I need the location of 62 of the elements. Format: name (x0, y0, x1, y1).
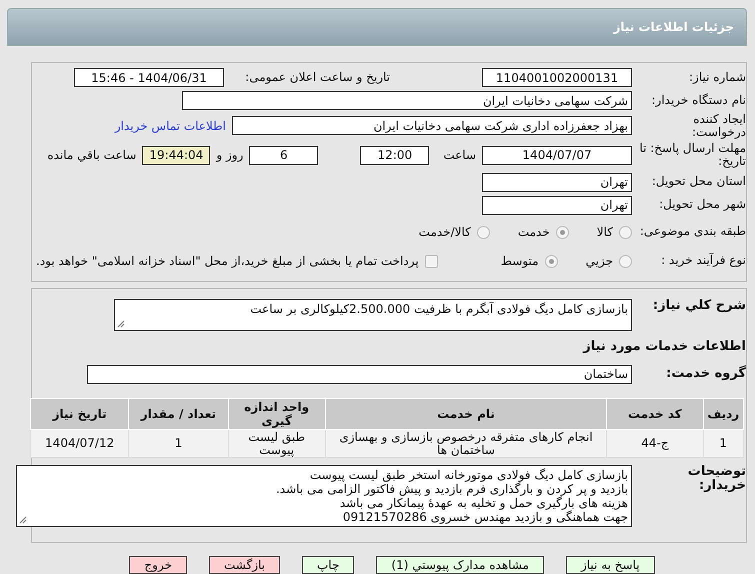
notes-field[interactable]: بازسازی کامل دیگ فولادی موتورخانه استخر طبق لیست پیوست بازدید و پر کردن و بارگذاری فرم بازدید و پیش فاکتور الزامی می باشد. هزینه های بارگیری حمل و تخلیه به عهدۀ پیمانکار می باشد جهت هماهنگی و بازدید مهندس خسروی 09121570286 (16, 465, 632, 527)
action-button[interactable]: خروج (129, 556, 187, 574)
radio-button[interactable] (619, 254, 632, 268)
deadline-date-field[interactable]: 1404/07/07 (482, 146, 632, 164)
province-field[interactable]: تهران (482, 172, 632, 192)
table-cell: ج-44 (606, 430, 703, 458)
need-number-field[interactable]: 1104001002000131 (482, 68, 632, 88)
time-label: ساعت (443, 148, 476, 162)
days-label: روز و (216, 148, 244, 162)
field-label: شماره نیاز: (688, 71, 746, 84)
page-header: جزئیات اطلاعات نیاز (7, 8, 747, 46)
column-header: تاریخ نیاز (30, 398, 129, 430)
table-cell: 1 (703, 430, 744, 458)
field-label: توضیحات خریدار: (686, 465, 746, 494)
action-button[interactable]: پاسخ به نیاز (566, 556, 655, 574)
payment-note: پرداخت تمام یا بخشی از مبلغ خرید،از محل "اسناد خزانه اسلامی" خواهد بود. (36, 254, 419, 268)
time-field[interactable]: 12:00 (360, 146, 430, 164)
table-cell: انجام کارهای متفرقه درخصوص بازسازی و بهسازی ساختمان ها (325, 430, 607, 458)
radio-button[interactable] (544, 254, 558, 268)
radio-label: کالا/خدمت (418, 225, 471, 239)
action-button[interactable]: چاپ (302, 556, 354, 574)
contact-link[interactable]: اطلاعات تماس خریدار (114, 118, 226, 133)
field-label: استان محل تحویل: (650, 175, 746, 189)
remaining-time-field[interactable]: 19:44:04 (142, 146, 210, 164)
remaining-label: ساعت باقي مانده (47, 148, 136, 162)
summary-field[interactable]: بازسازی کامل دیگ فولادی آبگرم با ظرفیت 2.500.000کیلوکالری بر ساعت (114, 299, 632, 331)
resize-grip-icon[interactable] (19, 516, 27, 524)
creator-field[interactable]: بهزاد جعفرزاده اداری شرکت سهامی دخانیات ایران (232, 116, 632, 136)
field-label: نام دستگاه خریدار: (650, 94, 746, 108)
radio-button[interactable] (476, 226, 490, 238)
table-cell: طبق لیست پیوست (228, 430, 326, 458)
radio-label: متوسط (500, 254, 539, 268)
column-header: واحد اندازه گیری (228, 398, 326, 430)
field-label: ایجاد کننده درخواست: (691, 112, 746, 139)
service-group-field[interactable]: ساختمان (87, 364, 632, 384)
action-button[interactable]: بازگشت (209, 556, 280, 574)
radio-label: خدمت (518, 225, 550, 239)
field-label: نوع فرآیند خرید : (660, 254, 746, 268)
table-cell: 1404/07/12 (30, 430, 129, 458)
column-header: ردیف (703, 398, 744, 430)
days-field[interactable]: 6 (249, 146, 318, 164)
field-label: تاریخ و ساعت اعلان عمومی: (244, 71, 390, 84)
section-heading: اطلاعات خدمات مورد نیاز (582, 340, 746, 354)
radio-button[interactable] (556, 226, 569, 238)
buyer-field[interactable]: شرکت سهامی دخانیات ایران (182, 91, 632, 110)
action-button[interactable]: مشاهده مدارک پیوستي (1) (376, 556, 544, 574)
field-label: گروه خدمت: (665, 366, 746, 382)
announce-date-field[interactable]: 1404/06/31 - 15:46 (74, 68, 224, 88)
radio-button[interactable] (619, 226, 632, 238)
field-label: شرح کلي نیاز: (652, 299, 746, 314)
column-header: نام خدمت (325, 398, 607, 430)
checkbox[interactable] (424, 254, 438, 268)
radio-label: جزیي (586, 254, 613, 268)
resize-grip-icon[interactable] (117, 320, 125, 328)
radio-label: کالا (596, 225, 613, 239)
city-field[interactable]: تهران (482, 196, 632, 214)
column-header: تعداد / مقدار (128, 398, 228, 430)
field-label: شهر محل تحویل: (658, 198, 746, 212)
field-label: طبقه بندی موضوعی: (638, 225, 746, 239)
column-header: کد خدمت (606, 398, 703, 430)
table-cell: 1 (128, 430, 228, 458)
field-label: مهلت ارسال پاسخ: تا تاریخ: (638, 142, 746, 168)
